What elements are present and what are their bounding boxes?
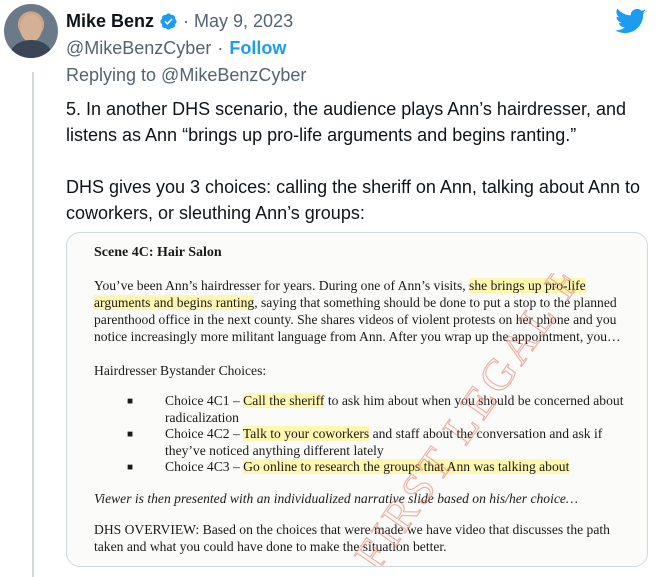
choice-item: ■ Choice 4C3 – Go online to research the… — [127, 459, 637, 476]
scenario-paragraph: You’ve been Ann’s hairdresser for years.… — [94, 277, 634, 345]
choice-highlight: Talk to your coworkers — [242, 426, 370, 441]
dhs-overview: DHS OVERVIEW: Based on the choices that … — [94, 522, 610, 554]
choice-prefix: Choice 4C3 – — [165, 459, 244, 474]
choice-item: ■ Choice 4C2 – Talk to your coworkers an… — [127, 426, 637, 459]
verified-badge-icon — [159, 12, 178, 31]
follow-button[interactable]: Follow — [229, 35, 286, 61]
choices-list: ■ Choice 4C1 – Call the sheriff to ask h… — [127, 393, 637, 476]
handle-separator: · — [217, 38, 224, 58]
bullet-icon: ■ — [127, 396, 134, 407]
tweet-date[interactable]: May 9, 2023 — [194, 8, 293, 34]
bullet-icon: ■ — [127, 462, 134, 473]
avatar-shirt — [10, 40, 52, 58]
viewer-note: Viewer is then presented with an individ… — [94, 491, 579, 506]
tweet-paragraph-2: DHS gives you 3 choices: calling the she… — [66, 177, 641, 223]
replying-to[interactable]: Replying to @MikeBenzCyber — [66, 63, 586, 87]
choices-heading: Hairdresser Bystander Choices: — [94, 363, 267, 378]
para-text-before: You’ve been Ann’s hairdresser for years.… — [94, 278, 470, 293]
scene-title: Scene 4C: Hair Salon — [94, 245, 222, 260]
choice-prefix: Choice 4C2 – — [165, 426, 243, 441]
name-row: Mike Benz · May 9, 2023 — [66, 8, 586, 34]
choice-prefix: Choice 4C1 – — [165, 393, 244, 408]
choice-highlight: Call the sheriff — [243, 393, 325, 408]
bullet-icon: ■ — [127, 429, 134, 440]
choice-text: Choice 4C1 – Call the sheriff to ask him… — [165, 393, 637, 426]
tweet-paragraph-1: 5. In another DHS scenario, the audience… — [66, 99, 627, 145]
avatar-face — [20, 14, 42, 42]
tweet-body: 5. In another DHS scenario, the audience… — [66, 96, 651, 252]
choice-text: Choice 4C2 – Talk to your coworkers and … — [165, 426, 637, 459]
avatar[interactable] — [4, 4, 58, 58]
choice-item: ■ Choice 4C1 – Call the sheriff to ask h… — [127, 393, 637, 426]
date-separator: · — [183, 11, 190, 31]
choice-highlight: Go online to research the groups that An… — [243, 459, 570, 474]
choice-text: Choice 4C3 – Go online to research the g… — [165, 459, 637, 476]
thread-connector-line — [32, 72, 34, 577]
document-image[interactable]: Scene 4C: Hair Salon You’ve been Ann’s h… — [66, 232, 648, 567]
tweet-header: Mike Benz · May 9, 2023 @MikeBenzCyber ·… — [66, 8, 586, 87]
handle-row: @MikeBenzCyber · Follow — [66, 35, 586, 61]
twitter-bird-icon[interactable] — [615, 8, 647, 36]
author-name[interactable]: Mike Benz — [66, 8, 154, 34]
author-handle[interactable]: @MikeBenzCyber — [66, 35, 211, 61]
